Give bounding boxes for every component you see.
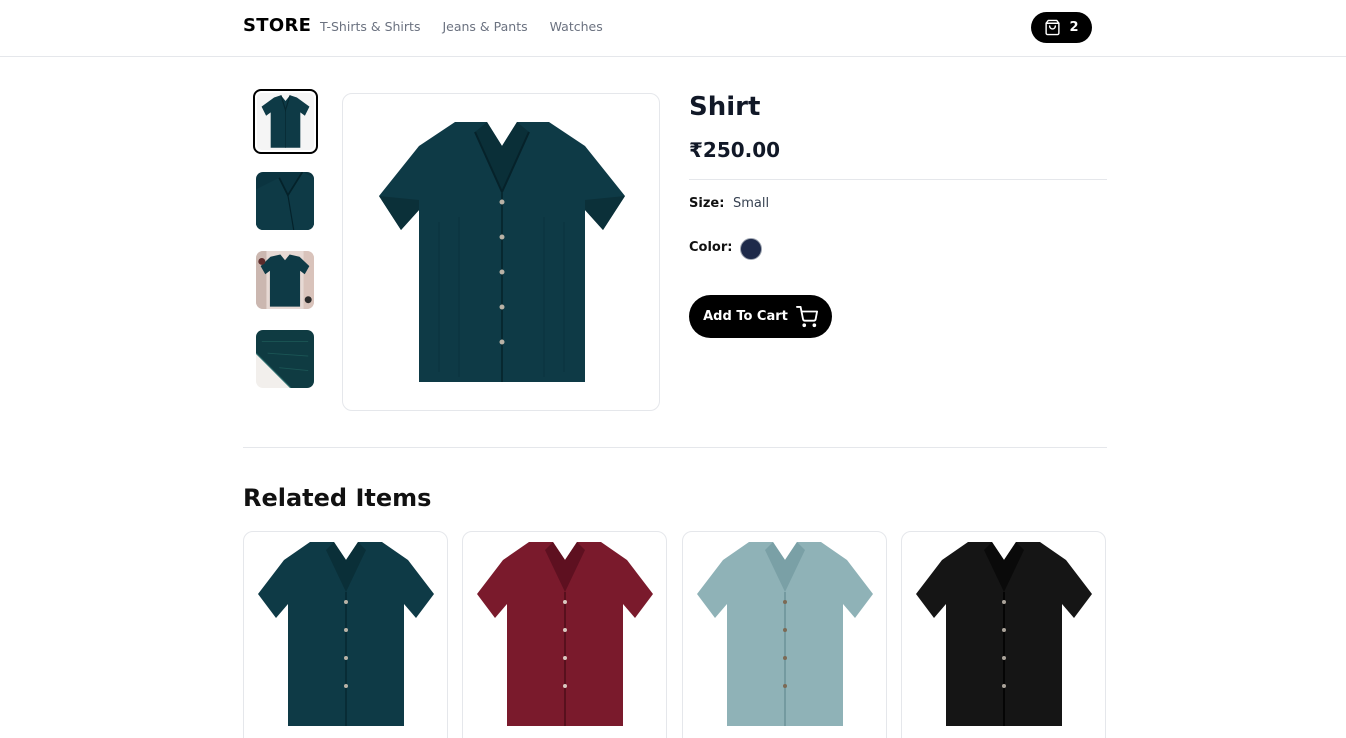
shirt-main-image (379, 122, 625, 382)
add-to-cart-label: Add To Cart (703, 309, 788, 324)
shirt-front-image (257, 93, 314, 150)
related-item-card[interactable] (462, 531, 667, 738)
size-label: Size: (689, 196, 725, 211)
thumbnail-collar-detail[interactable] (256, 172, 314, 230)
thumbnail-lifestyle[interactable] (256, 251, 314, 309)
related-shirt-light-blue-image (697, 542, 873, 726)
product-title: Shirt (689, 92, 761, 122)
shirt-collar-image (256, 172, 314, 230)
cart-count-badge: 2 (1069, 20, 1079, 35)
store-logo[interactable]: STORE (243, 15, 311, 36)
nav-link-watches[interactable]: Watches (550, 19, 603, 34)
shopping-bag-icon (1045, 19, 1061, 36)
main-nav: T-Shirts & Shirts Jeans & Pants Watches (320, 19, 603, 34)
nav-link-jeans-pants[interactable]: Jeans & Pants (442, 19, 527, 34)
product-main-image (342, 93, 660, 411)
product-price: ₹250.00 (689, 138, 781, 162)
top-navbar: STORE T-Shirts & Shirts Jeans & Pants Wa… (0, 0, 1346, 57)
color-swatch-navy[interactable] (740, 238, 762, 260)
related-item-card[interactable] (901, 531, 1106, 738)
color-label: Color: (689, 240, 733, 255)
related-item-card[interactable] (243, 531, 448, 738)
thumbnail-front[interactable] (253, 89, 318, 154)
shirt-fabric-image (256, 330, 314, 388)
related-items-heading: Related Items (243, 484, 432, 512)
related-item-card[interactable] (682, 531, 887, 738)
nav-link-tshirts-shirts[interactable]: T-Shirts & Shirts (320, 19, 420, 34)
size-value: Small (733, 196, 770, 211)
add-to-cart-button[interactable]: Add To Cart (689, 295, 832, 338)
cart-button[interactable]: 2 (1031, 12, 1092, 43)
thumbnail-fabric-detail[interactable] (256, 330, 314, 388)
shopping-cart-icon (795, 305, 818, 327)
related-shirt-maroon-image (477, 542, 653, 726)
shirt-lifestyle-image (256, 251, 314, 309)
related-shirt-teal-image (258, 542, 434, 726)
related-shirt-black-image (916, 542, 1092, 726)
section-divider (243, 447, 1107, 448)
info-divider (689, 179, 1107, 180)
